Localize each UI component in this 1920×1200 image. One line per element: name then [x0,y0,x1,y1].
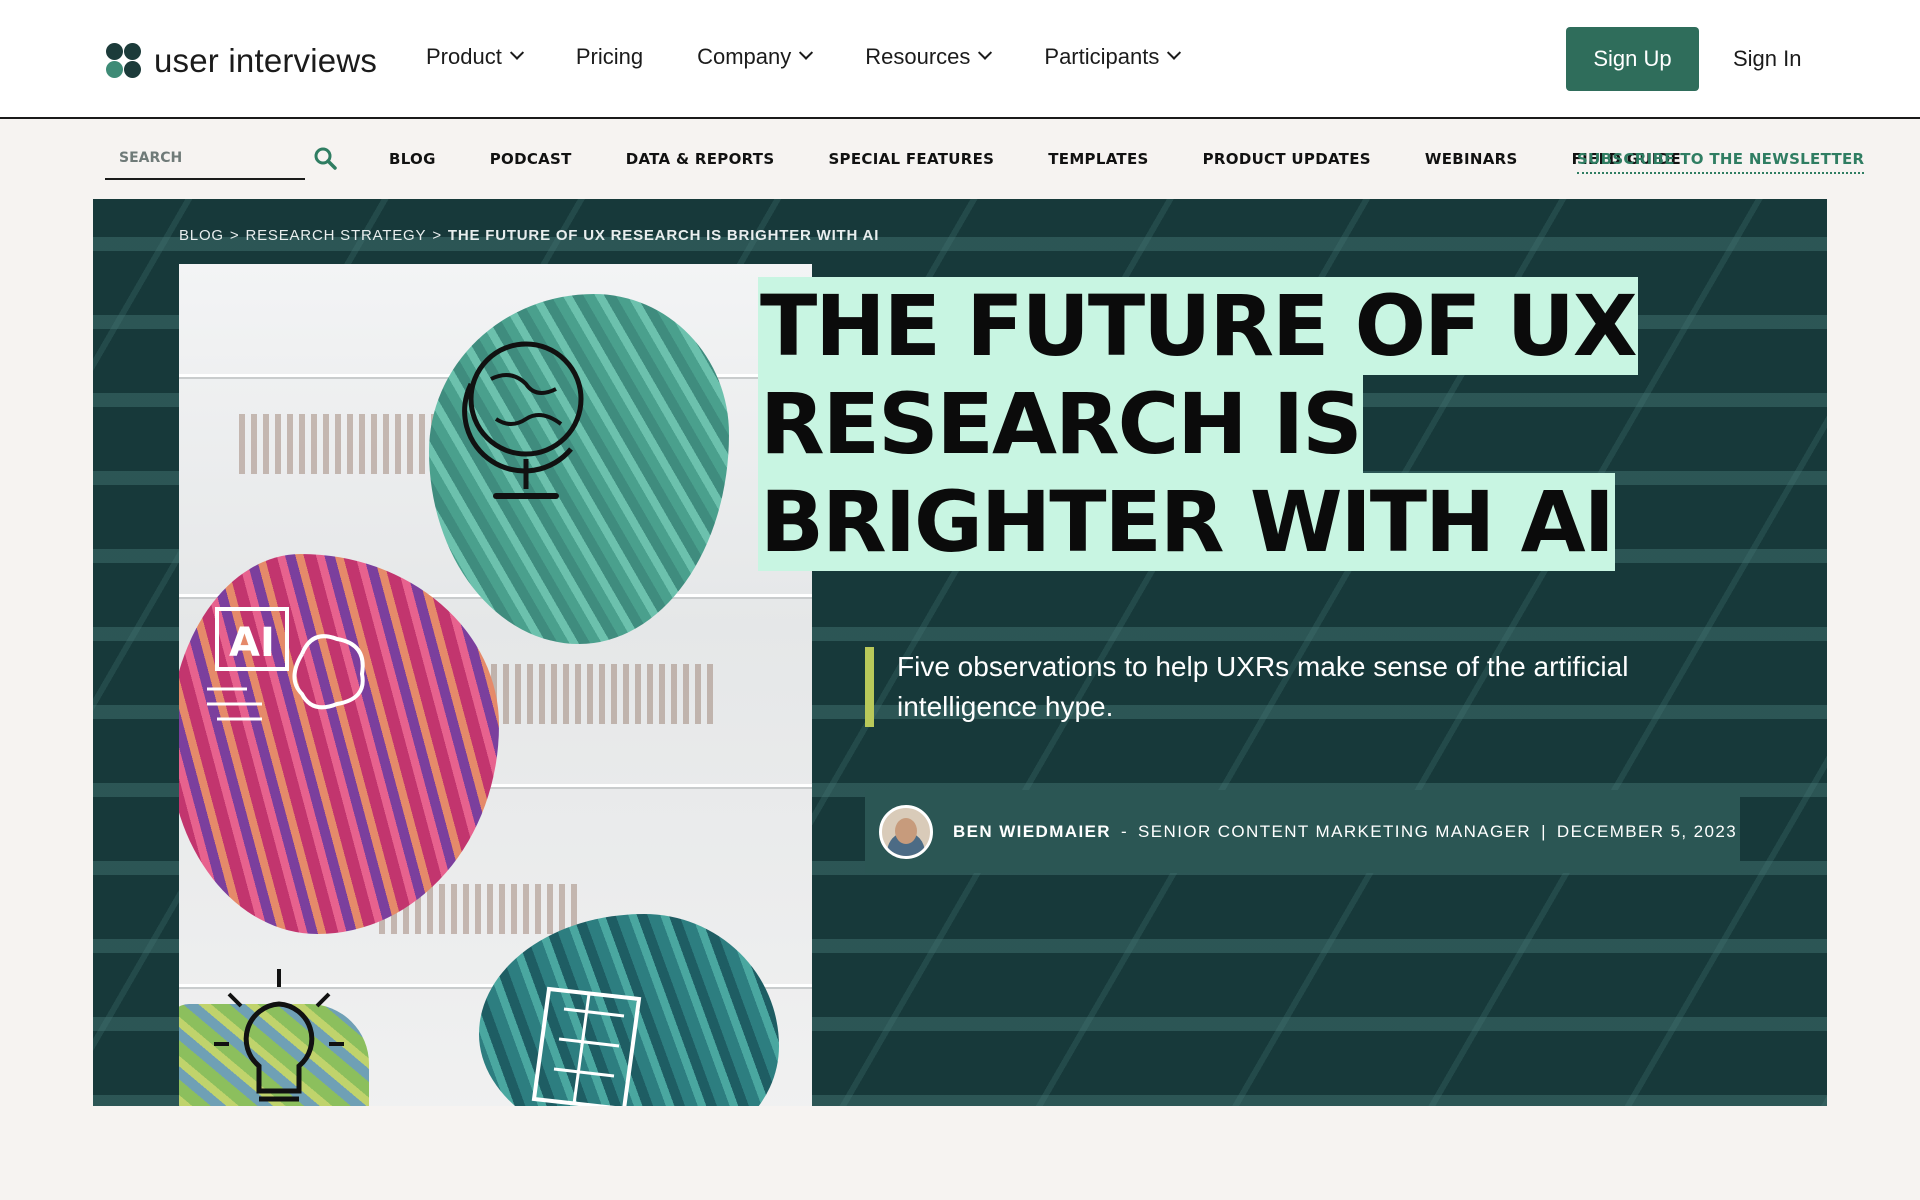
subscribe-newsletter-link[interactable]: SUBSCRIBE TO THE NEWSLETTER [1577,150,1865,174]
sign-in-link[interactable]: Sign In [1733,46,1802,72]
nav-item-resources[interactable]: Resources [865,44,993,70]
breadcrumb-blog[interactable]: BLOG [179,227,224,244]
subnav-link-special-features[interactable]: SPECIAL FEATURES [828,150,994,168]
lightbulb-icon [214,969,344,1102]
nav-item-label: Company [697,44,792,69]
subnav-link-blog[interactable]: BLOG [389,150,436,168]
subnav-link-webinars[interactable]: WEBINARS [1425,150,1518,168]
subnav-link-product-updates[interactable]: PRODUCT UPDATES [1203,150,1371,168]
top-header: user interviews Product Pricing Company … [0,0,1920,119]
byline-divider: | [1541,821,1547,841]
author-name[interactable]: BEN WIEDMAIER [953,822,1111,842]
ai-doodle-text: AI [229,620,275,666]
article-subtitle: Five observations to help UXRs make sens… [865,647,1725,727]
breadcrumb-separator: > [229,227,240,244]
subnav-link-data-reports[interactable]: DATA & REPORTS [626,150,775,168]
search-box [105,140,305,180]
chevron-down-icon [978,45,993,60]
byline-dash: - [1120,821,1129,841]
logo[interactable]: user interviews [106,42,377,80]
logo-text: user interviews [154,42,378,79]
article-title: THE FUTURE OF UX RESEARCH IS BRIGHTER WI… [758,277,1718,571]
search-input[interactable] [105,140,275,176]
article-hero: BLOG > RESEARCH STRATEGY > THE FUTURE OF… [93,199,1827,1106]
search-icon[interactable] [313,146,337,170]
main-nav: Product Pricing Company Resources Partic… [426,44,1233,70]
breadcrumb-separator: > [432,227,442,244]
subnav-links: BLOG PODCAST DATA & REPORTS SPECIAL FEAT… [389,150,1735,168]
nav-item-label: Pricing [575,44,644,69]
sign-up-button[interactable]: Sign Up [1566,27,1699,91]
publish-date: DECEMBER 5, 2023 [1556,821,1738,841]
author-avatar[interactable] [879,804,933,859]
article-title-text: THE FUTURE OF UX RESEARCH IS BRIGHTER WI… [758,277,1638,571]
nav-item-participants[interactable]: Participants [1044,44,1182,70]
nav-item-label: Product [426,44,502,69]
globe-icon [462,341,584,499]
nav-item-product[interactable]: Product [426,44,524,70]
author-byline: BEN WIEDMAIER - SENIOR CONTENT MARKETING… [865,790,1740,873]
breadcrumb-current: THE FUTURE OF UX RESEARCH IS BRIGHTER WI… [447,227,880,244]
hero-collage-image: AI [179,264,812,1106]
breadcrumb: BLOG > RESEARCH STRATEGY > THE FUTURE OF… [179,227,879,244]
nav-item-company[interactable]: Company [697,44,814,70]
nav-item-pricing[interactable]: Pricing [576,44,643,70]
logo-mark-icon [106,43,142,79]
chevron-down-icon [1167,45,1182,60]
ai-brain-icon: AI [207,607,365,721]
nav-item-label: Resources [865,44,971,69]
blog-subnav: BLOG PODCAST DATA & REPORTS SPECIAL FEAT… [93,120,1865,198]
chevron-down-icon [799,45,814,60]
breadcrumb-research-strategy[interactable]: RESEARCH STRATEGY [245,227,426,244]
notebook-icon [531,986,642,1106]
chevron-down-icon [509,45,524,60]
author-role: SENIOR CONTENT MARKETING MANAGER [1138,821,1532,841]
subnav-link-templates[interactable]: TEMPLATES [1048,150,1148,168]
byline-text: BEN WIEDMAIER - SENIOR CONTENT MARKETING… [953,822,1737,842]
nav-item-label: Participants [1044,44,1160,69]
subnav-link-podcast[interactable]: PODCAST [490,150,572,168]
